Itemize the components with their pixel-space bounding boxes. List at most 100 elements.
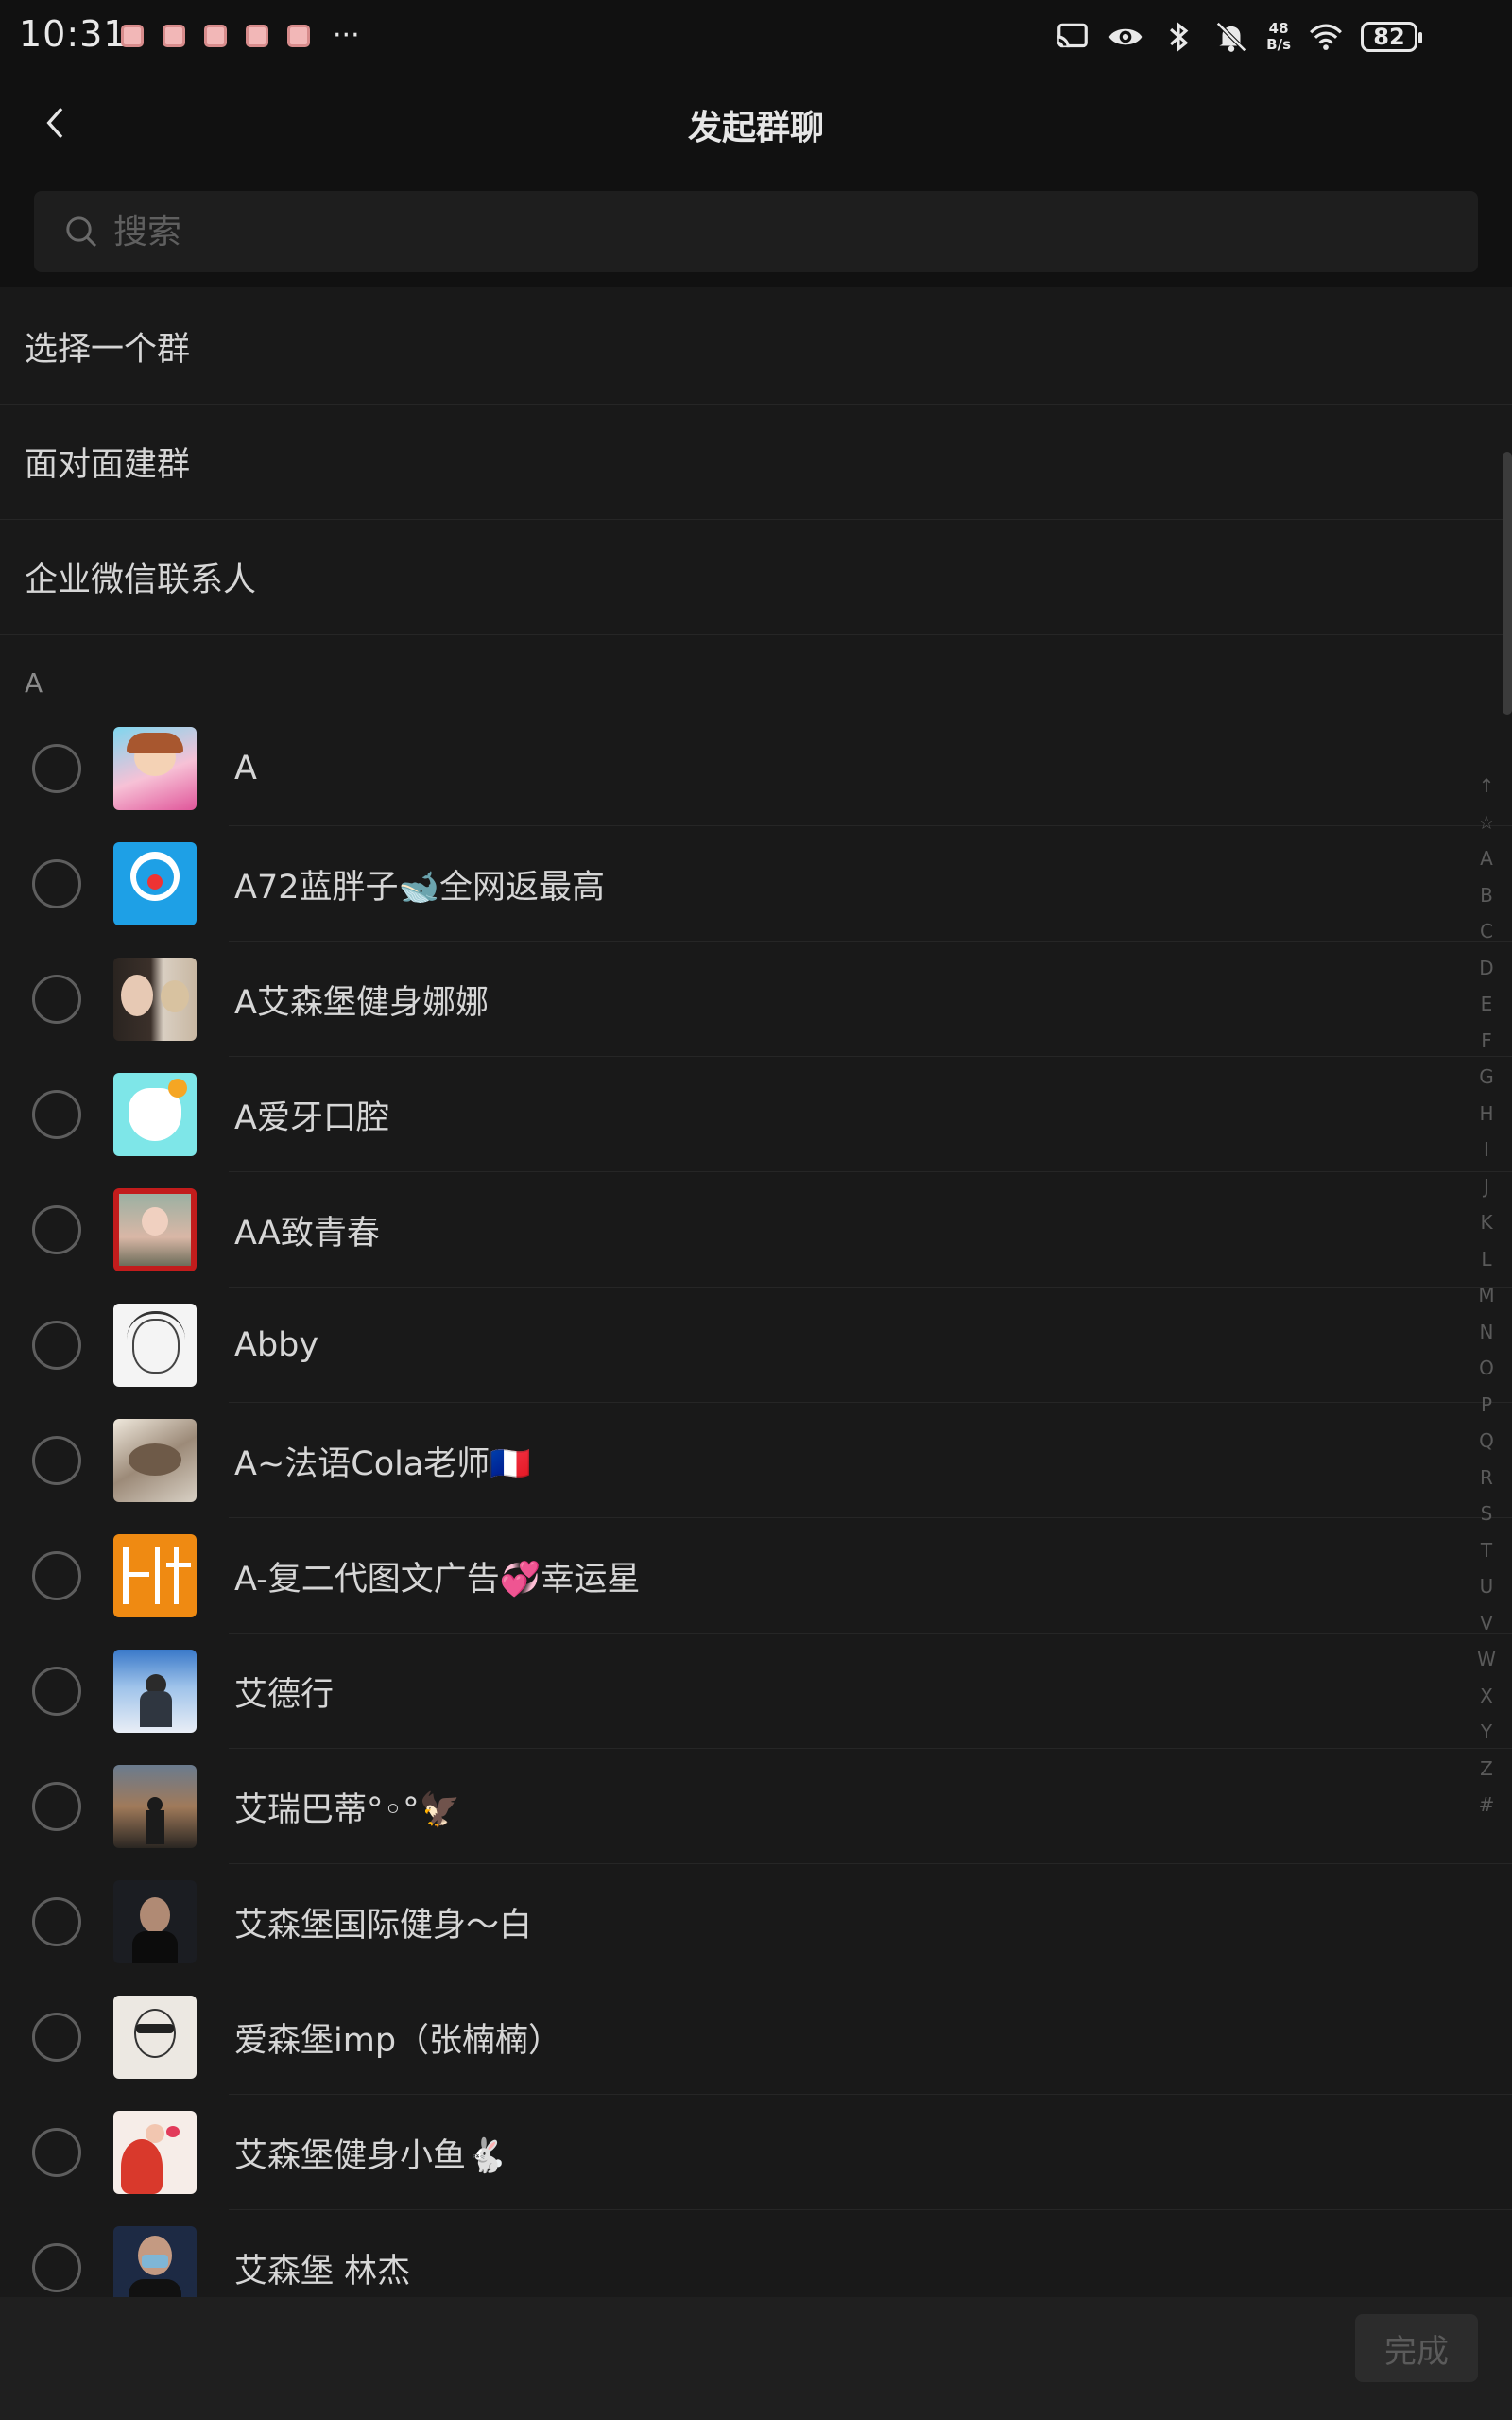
index-letter[interactable]: V xyxy=(1480,1605,1493,1642)
search-box[interactable] xyxy=(34,191,1478,272)
select-radio[interactable] xyxy=(32,1667,81,1716)
index-letter[interactable]: A xyxy=(1480,840,1493,877)
index-letter[interactable]: I xyxy=(1484,1132,1489,1168)
select-radio[interactable] xyxy=(32,744,81,793)
index-letter[interactable]: J xyxy=(1484,1168,1489,1205)
contact-name: 艾森堡国际健身～白 xyxy=(234,1906,533,1945)
scrollbar-thumb[interactable] xyxy=(1503,452,1512,715)
index-letter[interactable]: T xyxy=(1481,1532,1492,1569)
contact-name: A艾森堡健身娜娜 xyxy=(234,983,489,1022)
notification-icons: ··· xyxy=(121,19,360,52)
contact-row[interactable]: A-复二代图文广告💞幸运星 xyxy=(0,1518,1512,1634)
contact-name: Abby xyxy=(234,1326,319,1364)
contact-row[interactable]: 爱森堡imp（张楠楠） xyxy=(0,1979,1512,2095)
contact-row[interactable]: 艾德行 xyxy=(0,1634,1512,1749)
contact-row[interactable]: A72蓝胖子🐋全网返最高 xyxy=(0,826,1512,942)
contact-name: A72蓝胖子🐋全网返最高 xyxy=(234,868,606,907)
contact-row[interactable]: 艾森堡健身小鱼🐇 xyxy=(0,2095,1512,2210)
index-letter[interactable]: F xyxy=(1481,1023,1492,1060)
search-icon xyxy=(66,216,97,248)
status-time: 10:31 xyxy=(19,13,128,55)
contact-list: A A72蓝胖子🐋全网返最高 A艾森堡健身娜娜 A爱牙口腔 AA致青春 Abby… xyxy=(0,711,1512,2325)
option-face-to-face-group[interactable]: 面对面建群 xyxy=(0,405,1512,520)
contact-row[interactable]: A xyxy=(0,711,1512,826)
select-radio[interactable] xyxy=(32,2128,81,2177)
select-radio[interactable] xyxy=(32,1897,81,1946)
index-star[interactable]: ☆ xyxy=(1478,804,1495,841)
index-letter[interactable]: M xyxy=(1478,1277,1494,1314)
status-indicators: 48 B/s 82 xyxy=(1055,19,1422,55)
select-radio[interactable] xyxy=(32,975,81,1024)
index-letter[interactable]: Z xyxy=(1480,1751,1493,1788)
contact-row[interactable]: A爱牙口腔 xyxy=(0,1057,1512,1172)
select-radio[interactable] xyxy=(32,1321,81,1370)
select-radio[interactable] xyxy=(32,2243,81,2292)
index-letter[interactable]: G xyxy=(1479,1059,1494,1096)
index-letter[interactable]: S xyxy=(1481,1495,1493,1532)
index-letter[interactable]: R xyxy=(1480,1460,1493,1496)
index-letter[interactable]: C xyxy=(1480,913,1493,950)
index-letter[interactable]: Y xyxy=(1481,1714,1492,1751)
contact-name: A-复二代图文广告💞幸运星 xyxy=(234,1560,641,1599)
select-radio[interactable] xyxy=(32,1090,81,1139)
select-radio[interactable] xyxy=(32,859,81,908)
contact-row[interactable]: 艾森堡国际健身～白 xyxy=(0,1864,1512,1979)
contact-name: 艾德行 xyxy=(234,1675,335,1714)
section-header-a: A xyxy=(25,667,43,699)
contact-name: AA致青春 xyxy=(234,1214,380,1253)
index-hash[interactable]: # xyxy=(1479,1787,1495,1824)
contact-row[interactable]: 艾瑞巴蒂°◦°🦅 xyxy=(0,1749,1512,1864)
index-letter[interactable]: H xyxy=(1479,1096,1493,1132)
battery-indicator: 82 xyxy=(1361,22,1422,52)
mute-bell-icon xyxy=(1216,22,1247,52)
index-letter[interactable]: N xyxy=(1480,1314,1494,1351)
index-letter[interactable]: Q xyxy=(1479,1423,1494,1460)
search-area xyxy=(0,176,1512,287)
app-notification-icon xyxy=(246,25,268,47)
app-notification-icon xyxy=(121,25,144,47)
option-wecom-contacts[interactable]: 企业微信联系人 xyxy=(0,520,1512,635)
contact-row[interactable]: A~法语Cola老师🇫🇷 xyxy=(0,1403,1512,1518)
contact-name: 艾瑞巴蒂°◦°🦅 xyxy=(234,1790,461,1829)
eye-icon xyxy=(1108,28,1143,45)
avatar xyxy=(113,1073,197,1156)
index-letter[interactable]: L xyxy=(1481,1241,1491,1278)
index-letter[interactable]: X xyxy=(1480,1678,1493,1715)
index-letter[interactable]: O xyxy=(1479,1350,1494,1387)
contact-row[interactable]: A艾森堡健身娜娜 xyxy=(0,942,1512,1057)
index-letter[interactable]: P xyxy=(1481,1387,1492,1424)
bluetooth-icon xyxy=(1170,22,1189,52)
done-button[interactable]: 完成 xyxy=(1355,2314,1478,2382)
select-radio[interactable] xyxy=(32,1436,81,1485)
avatar xyxy=(113,842,197,925)
contact-name: A xyxy=(234,750,257,787)
avatar xyxy=(113,1996,197,2079)
avatar xyxy=(113,1304,197,1387)
select-radio[interactable] xyxy=(32,1782,81,1831)
index-letter[interactable]: D xyxy=(1479,950,1493,987)
group-options: 选择一个群 面对面建群 企业微信联系人 xyxy=(0,289,1512,635)
avatar xyxy=(113,1534,197,1617)
contact-name: 艾森堡健身小鱼🐇 xyxy=(234,2136,507,2175)
contact-name: 爱森堡imp（张楠楠） xyxy=(234,2021,562,2060)
option-select-group[interactable]: 选择一个群 xyxy=(0,289,1512,405)
index-letter[interactable]: K xyxy=(1480,1204,1492,1241)
index-up[interactable]: ↑ xyxy=(1479,768,1495,804)
contact-name: A爱牙口腔 xyxy=(234,1098,389,1137)
index-letter[interactable]: U xyxy=(1480,1568,1494,1605)
more-notifications-icon: ··· xyxy=(333,19,360,52)
select-radio[interactable] xyxy=(32,2013,81,2062)
index-letter[interactable]: E xyxy=(1481,986,1493,1023)
search-input[interactable] xyxy=(112,211,1438,252)
bottom-bar: 完成 xyxy=(0,2297,1512,2420)
app-notification-icon xyxy=(204,25,227,47)
index-letter[interactable]: W xyxy=(1477,1641,1496,1678)
app-notification-icon xyxy=(163,25,185,47)
contact-row[interactable]: AA致青春 xyxy=(0,1172,1512,1288)
index-letter[interactable]: B xyxy=(1480,877,1493,914)
select-radio[interactable] xyxy=(32,1205,81,1254)
contact-row[interactable]: Abby xyxy=(0,1288,1512,1403)
select-radio[interactable] xyxy=(32,1551,81,1600)
network-speed: 48 B/s xyxy=(1266,20,1291,53)
alphabet-index[interactable]: ↑ ☆ A B C D E F G H I J K L M N O P Q R … xyxy=(1463,768,1510,1824)
